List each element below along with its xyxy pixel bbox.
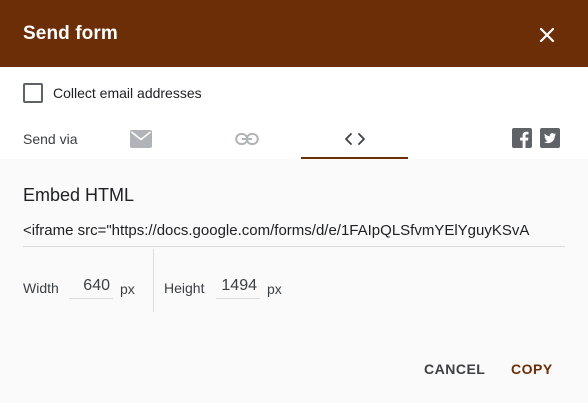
- height-label: Height: [164, 280, 205, 296]
- close-icon: [539, 27, 555, 43]
- cancel-button[interactable]: CANCEL: [424, 361, 485, 377]
- tab-embed[interactable]: [301, 118, 408, 159]
- twitter-share-button[interactable]: [540, 128, 560, 148]
- height-input[interactable]: 1494: [216, 277, 260, 299]
- dialog-header: Send form: [0, 0, 588, 67]
- close-button[interactable]: [533, 21, 561, 49]
- copy-button[interactable]: COPY: [511, 361, 553, 377]
- send-via-label: Send via: [23, 131, 78, 147]
- embed-code-field[interactable]: <iframe src="https://docs.google.com/for…: [23, 222, 565, 247]
- facebook-share-button[interactable]: [512, 128, 532, 148]
- embed-icon: [344, 132, 365, 145]
- collect-email-row: Collect email addresses: [23, 82, 202, 104]
- email-icon: [129, 129, 152, 148]
- dimension-divider: [153, 249, 154, 312]
- width-label: Width: [23, 280, 59, 296]
- dialog-title: Send form: [23, 23, 118, 44]
- width-input[interactable]: 640: [69, 277, 113, 299]
- collect-email-checkbox[interactable]: [23, 83, 43, 103]
- height-unit: px: [267, 281, 282, 297]
- tab-email[interactable]: [87, 118, 194, 159]
- facebook-icon: [512, 128, 532, 148]
- twitter-icon: [540, 128, 560, 148]
- tab-link[interactable]: [193, 118, 300, 159]
- link-icon: [234, 132, 259, 145]
- collect-email-label: Collect email addresses: [53, 85, 202, 101]
- embed-html-title: Embed HTML: [23, 185, 135, 205]
- width-unit: px: [120, 281, 135, 297]
